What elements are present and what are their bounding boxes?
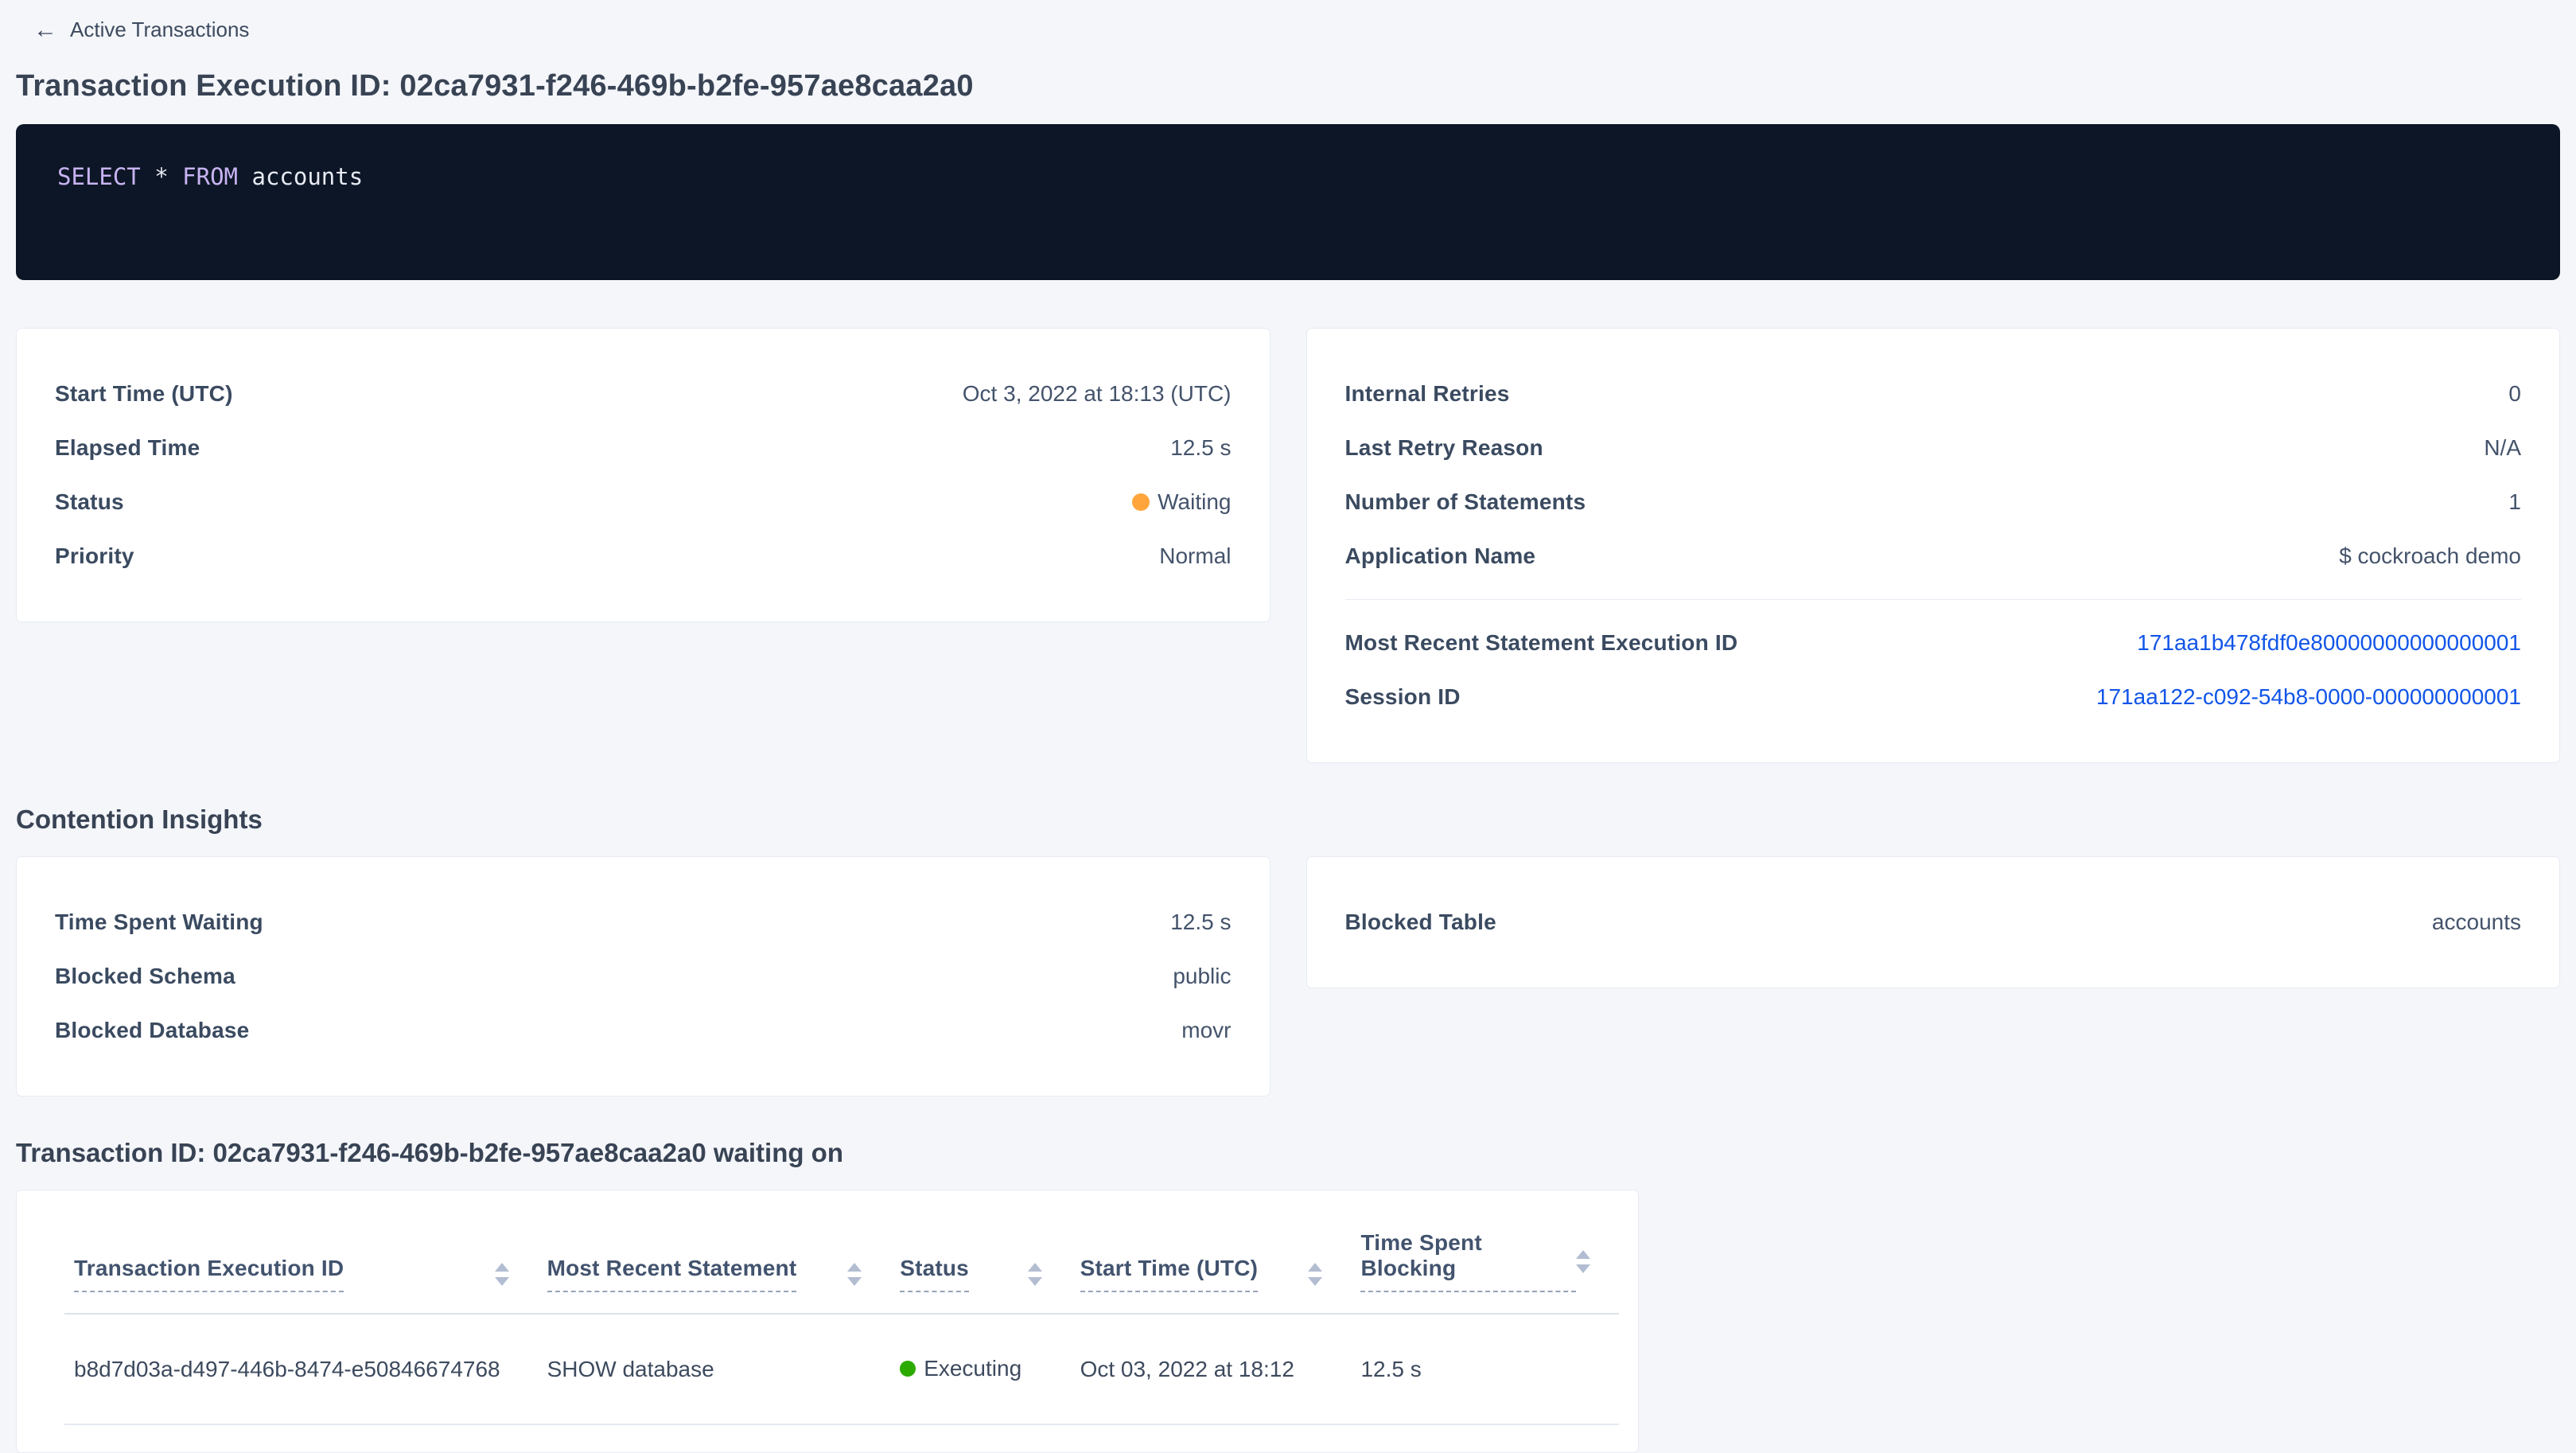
column-label: Status	[900, 1256, 969, 1292]
sort-icon[interactable]	[1576, 1250, 1590, 1273]
last-retry-reason-value: N/A	[2484, 435, 2521, 461]
blocked-database-value: movr	[1181, 1018, 1231, 1043]
column-label: Start Time (UTC)	[1080, 1256, 1259, 1292]
row-application-name: Application Name $ cockroach demo	[1345, 529, 2522, 583]
contention-insights-heading: Contention Insights	[16, 804, 2560, 835]
column-header-status[interactable]: Status	[890, 1190, 1070, 1314]
back-link-label: Active Transactions	[70, 18, 249, 42]
elapsed-time-value: 12.5 s	[1170, 435, 1231, 461]
column-header-start-time[interactable]: Start Time (UTC)	[1071, 1190, 1352, 1314]
row-elapsed-time: Elapsed Time 12.5 s	[55, 421, 1232, 475]
row-last-retry-reason: Last Retry Reason N/A	[1345, 421, 2522, 475]
row-start-time: Start Time (UTC) Oct 3, 2022 at 18:13 (U…	[55, 367, 1232, 421]
application-name-value: $ cockroach demo	[2339, 543, 2521, 569]
statement-execution-id-link[interactable]: 171aa1b478fdf0e80000000000000001	[2137, 630, 2521, 656]
start-time-label: Start Time (UTC)	[55, 381, 233, 407]
sort-icon[interactable]	[1308, 1263, 1322, 1286]
waiting-on-heading: Transaction ID: 02ca7931-f246-469b-b2fe-…	[16, 1138, 2560, 1168]
arrow-left-icon: ←	[33, 18, 57, 42]
row-internal-retries: Internal Retries 0	[1345, 367, 2522, 421]
transaction-details-page: ← Active Transactions Transaction Execut…	[0, 0, 2576, 1453]
blocked-schema-value: public	[1173, 964, 1231, 989]
cell-start-time: Oct 03, 2022 at 18:12	[1071, 1314, 1352, 1424]
row-number-of-statements: Number of Statements 1	[1345, 475, 2522, 529]
row-priority: Priority Normal	[55, 529, 1232, 583]
summary-card-left: Start Time (UTC) Oct 3, 2022 at 18:13 (U…	[16, 328, 1270, 622]
contention-card-left: Time Spent Waiting 12.5 s Blocked Schema…	[16, 856, 1270, 1097]
number-of-statements-value: 1	[2508, 489, 2521, 515]
status-value: Executing	[924, 1356, 1021, 1381]
sql-star: *	[154, 163, 168, 190]
row-statement-execution-id: Most Recent Statement Execution ID 171aa…	[1345, 616, 2522, 670]
blocked-table-value: accounts	[2432, 910, 2521, 935]
elapsed-time-label: Elapsed Time	[55, 435, 200, 461]
summary-section: Start Time (UTC) Oct 3, 2022 at 18:13 (U…	[16, 328, 2560, 763]
waiting-status-dot-icon	[1132, 493, 1150, 511]
row-session-id: Session ID 171aa122-c092-54b8-0000-00000…	[1345, 670, 2522, 724]
row-blocked-database: Blocked Database movr	[55, 1003, 1232, 1058]
column-label: Most Recent Statement	[547, 1256, 797, 1292]
sort-icon[interactable]	[847, 1263, 862, 1286]
sql-statement: SELECT * FROM accounts	[57, 162, 2519, 193]
column-header-most-recent-statement[interactable]: Most Recent Statement	[538, 1190, 891, 1314]
status-badge: Executing	[900, 1356, 1021, 1381]
session-id-link[interactable]: 171aa122-c092-54b8-0000-000000000001	[2096, 684, 2521, 710]
contention-card-right: Blocked Table accounts	[1306, 856, 2561, 988]
sql-statement-box: SELECT * FROM accounts	[16, 124, 2560, 280]
priority-label: Priority	[55, 543, 134, 569]
start-time-value: Oct 3, 2022 at 18:13 (UTC)	[963, 381, 1232, 407]
waiting-on-table: Transaction Execution ID Most Recent Sta…	[64, 1190, 1619, 1425]
time-spent-waiting-value: 12.5 s	[1170, 910, 1231, 935]
application-name-label: Application Name	[1345, 543, 1536, 569]
column-label: Time Spent Blocking	[1360, 1230, 1576, 1292]
row-time-spent-waiting: Time Spent Waiting 12.5 s	[55, 895, 1232, 949]
table-row: b8d7d03a-d497-446b-8474-e50846674768 SHO…	[64, 1314, 1619, 1424]
blocked-schema-label: Blocked Schema	[55, 964, 235, 989]
status-value: Waiting	[1158, 489, 1231, 515]
cell-time-spent-blocking: 12.5 s	[1351, 1314, 1619, 1424]
sql-table-name: accounts	[251, 163, 363, 190]
row-blocked-table: Blocked Table accounts	[1345, 895, 2522, 949]
statement-execution-id-label: Most Recent Statement Execution ID	[1345, 630, 1738, 656]
sort-icon[interactable]	[1028, 1263, 1042, 1286]
table-header-row: Transaction Execution ID Most Recent Sta…	[64, 1190, 1619, 1314]
column-header-time-spent-blocking[interactable]: Time Spent Blocking	[1351, 1190, 1619, 1314]
cell-status: Executing	[890, 1314, 1070, 1424]
blocked-table-label: Blocked Table	[1345, 910, 1496, 935]
last-retry-reason-label: Last Retry Reason	[1345, 435, 1543, 461]
number-of-statements-label: Number of Statements	[1345, 489, 1586, 515]
summary-card-right: Internal Retries 0 Last Retry Reason N/A…	[1306, 328, 2561, 763]
cell-transaction-execution-id: b8d7d03a-d497-446b-8474-e50846674768	[64, 1314, 538, 1424]
column-label: Transaction Execution ID	[74, 1256, 344, 1292]
sort-icon[interactable]	[495, 1263, 509, 1286]
row-blocked-schema: Blocked Schema public	[55, 949, 1232, 1003]
internal-retries-value: 0	[2508, 381, 2521, 407]
back-link-active-transactions[interactable]: ← Active Transactions	[33, 18, 249, 42]
blocked-database-label: Blocked Database	[55, 1018, 249, 1043]
waiting-on-table-card: Transaction Execution ID Most Recent Sta…	[16, 1190, 1639, 1453]
sql-keyword-from: FROM	[182, 163, 238, 190]
column-header-transaction-execution-id[interactable]: Transaction Execution ID	[64, 1190, 538, 1314]
session-id-label: Session ID	[1345, 684, 1461, 710]
executing-status-dot-icon	[900, 1361, 916, 1377]
sql-keyword-select: SELECT	[57, 163, 141, 190]
contention-section: Time Spent Waiting 12.5 s Blocked Schema…	[16, 856, 2560, 1097]
internal-retries-label: Internal Retries	[1345, 381, 1510, 407]
priority-value: Normal	[1159, 543, 1231, 569]
time-spent-waiting-label: Time Spent Waiting	[55, 910, 263, 935]
page-title: Transaction Execution ID: 02ca7931-f246-…	[16, 69, 2560, 103]
status-label: Status	[55, 489, 124, 515]
status-badge: Waiting	[1132, 489, 1231, 515]
row-status: Status Waiting	[55, 475, 1232, 529]
cell-most-recent-statement: SHOW database	[538, 1314, 891, 1424]
card-divider	[1345, 599, 2522, 600]
